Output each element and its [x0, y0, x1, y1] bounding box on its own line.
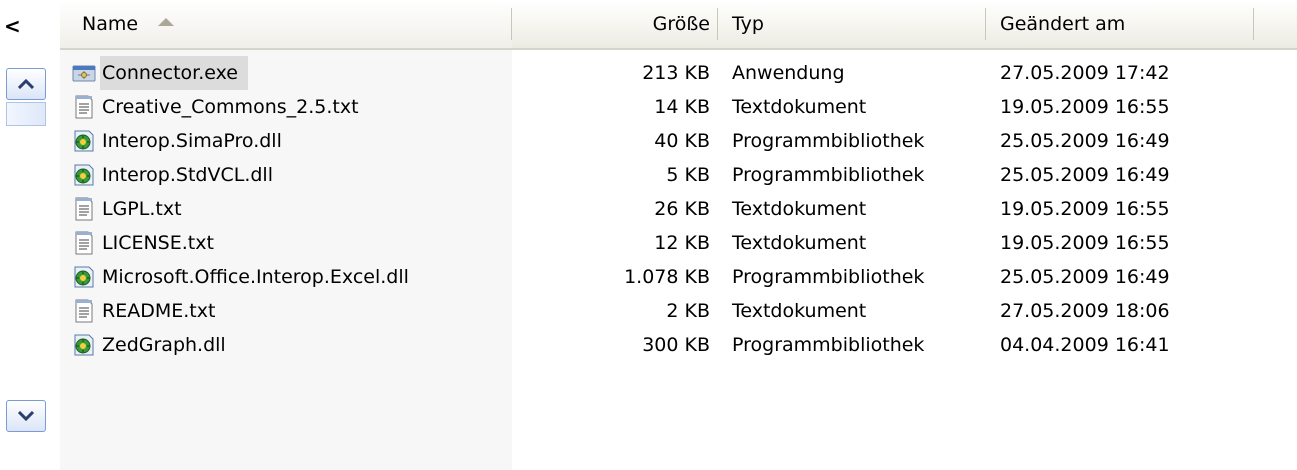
- file-name: LGPL.txt: [102, 198, 182, 220]
- file-name: README.txt: [102, 300, 216, 322]
- file-size: 1.078 KB: [624, 266, 710, 288]
- file-type: Anwendung: [732, 62, 845, 84]
- file-row[interactable]: Creative_Commons_2.5.txt 14 KB Textdokumen…: [60, 90, 1297, 124]
- file-modified: 19.05.2009 16:55: [1000, 232, 1170, 254]
- chevron-up-icon: [18, 79, 34, 89]
- file-row[interactable]: Connector.exe 213 KB Anwendung 27.05.2009 1…: [60, 56, 1297, 90]
- dll-icon: [72, 265, 96, 289]
- file-type: Programmbibliothek: [732, 130, 925, 152]
- file-row[interactable]: Interop.SimaPro.dll 40 KB Programmbiblioth…: [60, 124, 1297, 158]
- dll-icon: [72, 333, 96, 357]
- file-row[interactable]: Microsoft.Office.Interop.Excel.dll 1.078 …: [60, 260, 1297, 294]
- file-size: 14 KB: [654, 96, 710, 118]
- text-file-icon: [72, 95, 96, 119]
- file-modified: 04.04.2009 16:41: [1000, 334, 1170, 356]
- file-row[interactable]: LGPL.txt 26 KB Textdokument 19.05.2009 16:5…: [60, 192, 1297, 226]
- file-size: 5 KB: [666, 164, 710, 186]
- file-row[interactable]: Interop.StdVCL.dll 5 KB Programmbibliothek…: [60, 158, 1297, 192]
- file-type: Textdokument: [732, 232, 867, 254]
- sort-ascending-icon: [158, 17, 175, 26]
- file-size: 300 KB: [642, 334, 710, 356]
- file-type: Textdokument: [732, 198, 867, 220]
- column-header-name[interactable]: Name: [60, 0, 512, 48]
- file-name: Connector.exe: [100, 56, 248, 90]
- file-list: Connector.exe 213 KB Anwendung 27.05.2009 1…: [60, 56, 1297, 362]
- file-name: Creative_Commons_2.5.txt: [102, 96, 359, 118]
- file-row[interactable]: LICENSE.txt 12 KB Textdokument 19.05.2009 1…: [60, 226, 1297, 260]
- file-name: Microsoft.Office.Interop.Excel.dll: [102, 266, 409, 288]
- file-row[interactable]: ZedGraph.dll 300 KB Programmbibliothek 04.0…: [60, 328, 1297, 362]
- column-header-bar: Name Größe Typ Geändert am: [60, 0, 1297, 50]
- file-name: Interop.SimaPro.dll: [102, 130, 282, 152]
- file-modified: 19.05.2009 16:55: [1000, 198, 1170, 220]
- text-file-icon: [72, 231, 96, 255]
- file-modified: 25.05.2009 16:49: [1000, 130, 1170, 152]
- vertical-scrollbar[interactable]: [0, 48, 50, 438]
- column-header-size[interactable]: Größe: [512, 0, 718, 48]
- text-file-icon: [72, 197, 96, 221]
- file-type: Programmbibliothek: [732, 164, 925, 186]
- file-size: 40 KB: [654, 130, 710, 152]
- file-type: Textdokument: [732, 300, 867, 322]
- file-modified: 19.05.2009 16:55: [1000, 96, 1170, 118]
- file-type: Textdokument: [732, 96, 867, 118]
- file-modified: 25.05.2009 16:49: [1000, 266, 1170, 288]
- file-size: 26 KB: [654, 198, 710, 220]
- file-size: 213 KB: [642, 62, 710, 84]
- file-size: 12 KB: [654, 232, 710, 254]
- left-pane: <: [0, 0, 58, 470]
- file-modified: 27.05.2009 18:06: [1000, 300, 1170, 322]
- scroll-up-button[interactable]: [6, 68, 46, 100]
- exe-icon: [72, 61, 96, 85]
- file-name: ZedGraph.dll: [102, 334, 226, 356]
- column-header-modified[interactable]: Geändert am: [986, 0, 1254, 48]
- dll-icon: [72, 129, 96, 153]
- file-name: LICENSE.txt: [102, 232, 214, 254]
- scroll-thumb[interactable]: [6, 102, 46, 126]
- file-modified: 27.05.2009 17:42: [1000, 62, 1170, 84]
- chevron-down-icon: [18, 411, 34, 421]
- file-type: Programmbibliothek: [732, 266, 925, 288]
- file-row[interactable]: README.txt 2 KB Textdokument 27.05.2009 18:…: [60, 294, 1297, 328]
- text-file-icon: [72, 299, 96, 323]
- dll-icon: [72, 163, 96, 187]
- collapse-pane-button[interactable]: <: [4, 16, 21, 36]
- file-name: Interop.StdVCL.dll: [102, 164, 273, 186]
- column-header-type[interactable]: Typ: [718, 0, 986, 48]
- file-size: 2 KB: [666, 300, 710, 322]
- column-header-name-label: Name: [82, 13, 139, 35]
- scroll-down-button[interactable]: [6, 400, 46, 432]
- file-modified: 25.05.2009 16:49: [1000, 164, 1170, 186]
- file-type: Programmbibliothek: [732, 334, 925, 356]
